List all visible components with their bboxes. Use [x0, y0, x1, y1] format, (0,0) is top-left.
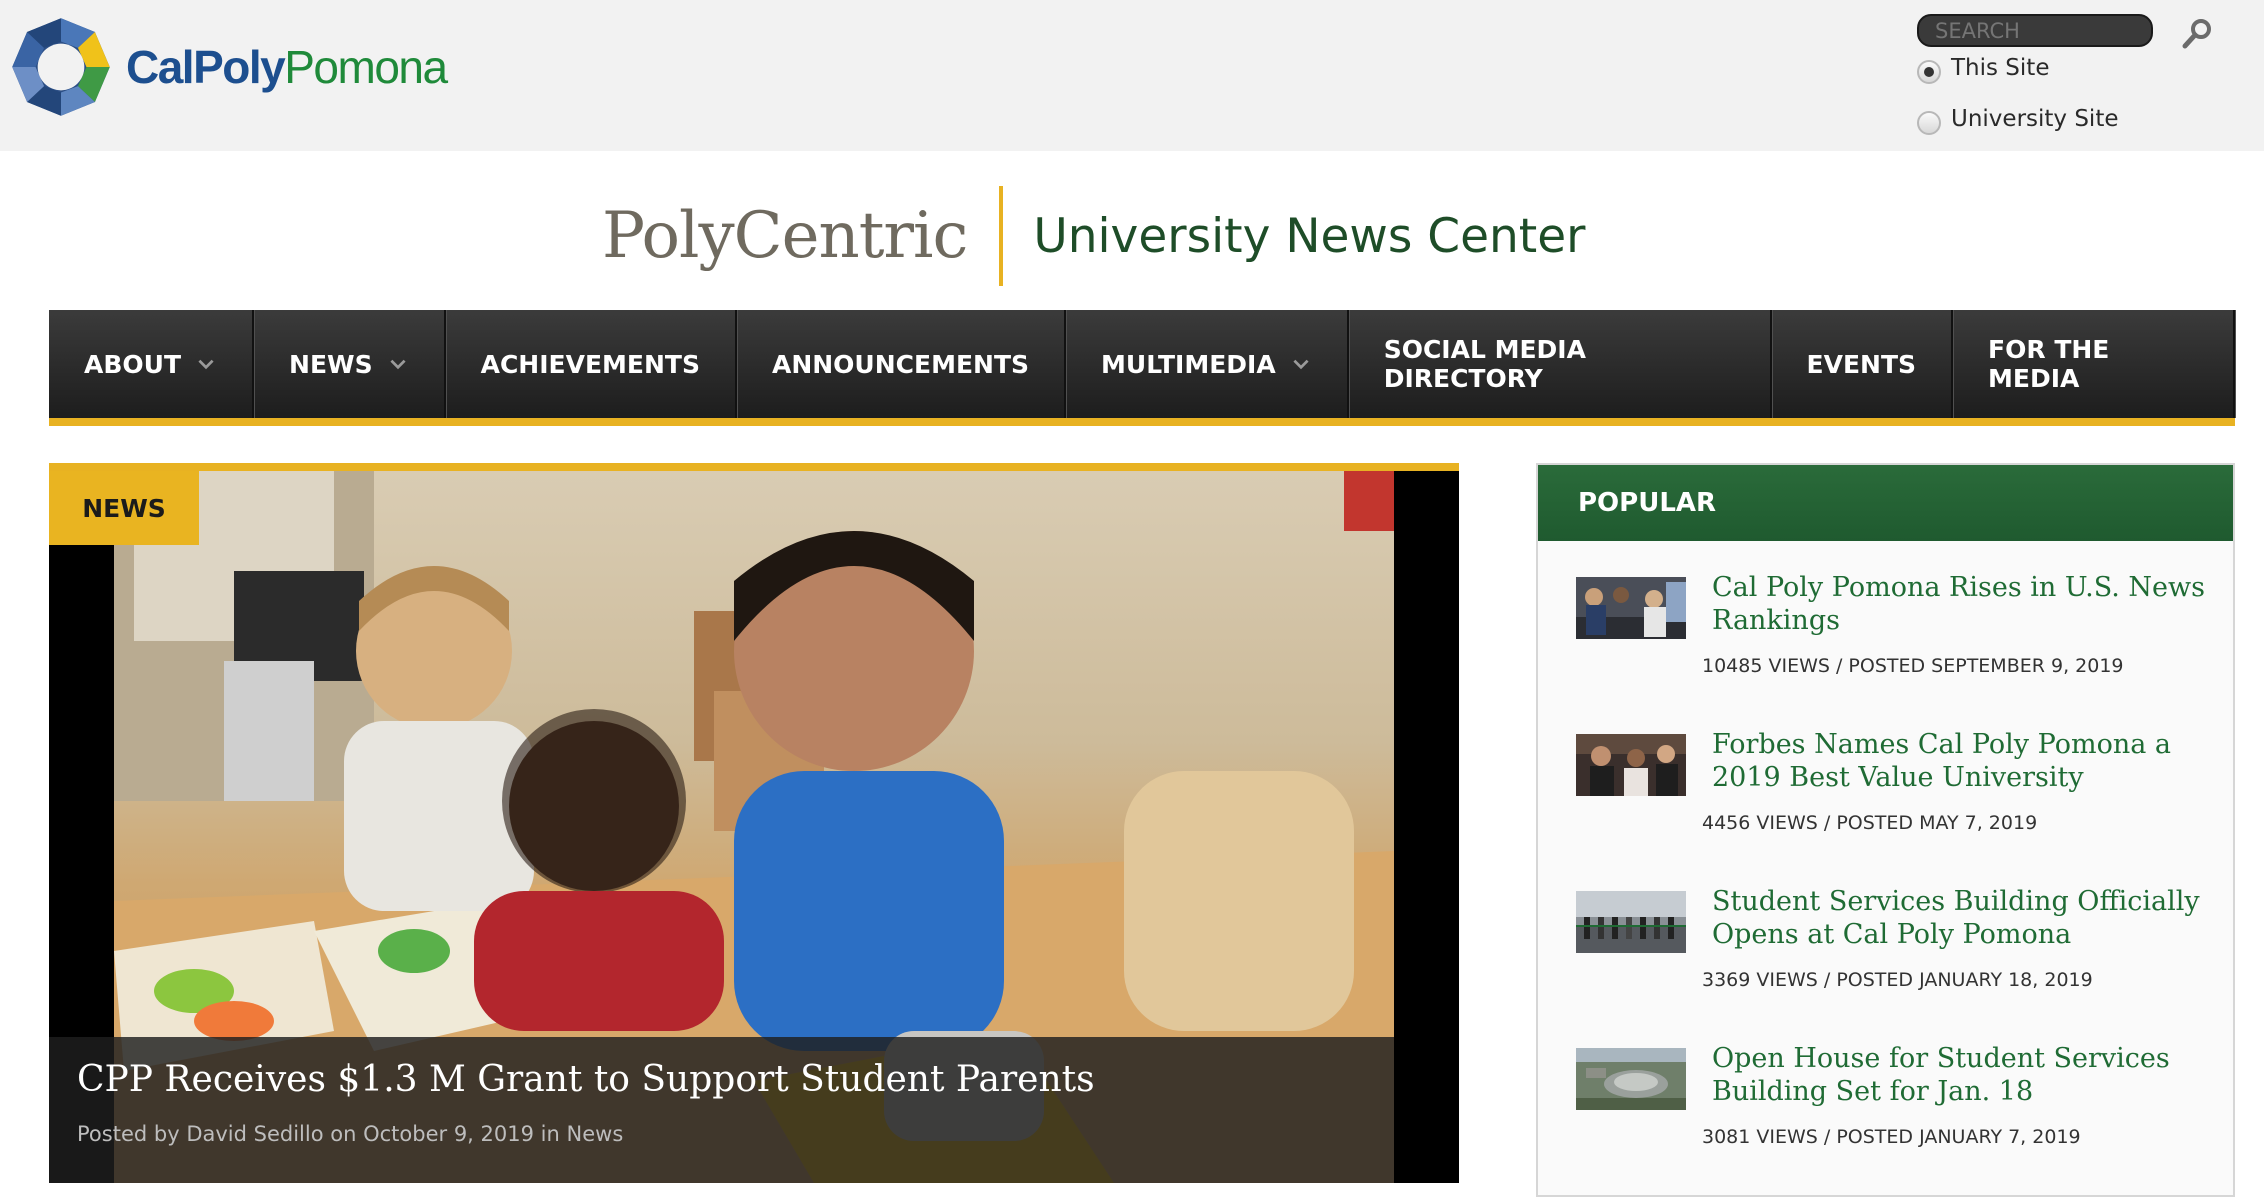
- search-icon: [2182, 19, 2211, 49]
- nav-item-label: NEWS: [289, 349, 373, 379]
- nav-item-for-the-media[interactable]: FOR THE MEDIA: [1953, 310, 2235, 418]
- crowd-photo-thumbnail: [1576, 577, 1686, 639]
- category-tag[interactable]: NEWS: [49, 471, 199, 545]
- on-text: on: [330, 1122, 357, 1146]
- logo-text-pomona: Pomona: [284, 41, 448, 93]
- popular-heading: POPULAR: [1538, 465, 2233, 541]
- chevron-down-icon: [390, 359, 406, 370]
- site-tagline: University News Center: [1033, 208, 1586, 264]
- nav-item-about[interactable]: ABOUT: [49, 310, 255, 418]
- calpolypomona-octagon-logo-icon: [12, 18, 110, 116]
- nav-item-label: ANNOUNCEMENTS: [771, 349, 1030, 379]
- featured-headline[interactable]: CPP Receives $1.3 M Grant to Support Stu…: [77, 1059, 1366, 1100]
- nav-item-label: FOR THE MEDIA: [1988, 335, 2110, 393]
- nav-item-social-media-directory[interactable]: SOCIAL MEDIA DIRECTORY: [1349, 310, 1772, 418]
- students-photo-thumbnail: [1576, 734, 1686, 796]
- section-link[interactable]: News: [567, 1122, 624, 1146]
- nav-item-announcements[interactable]: ANNOUNCEMENTS: [737, 310, 1067, 418]
- nav-item-events[interactable]: EVENTS: [1772, 310, 1954, 418]
- radio-unchecked-icon[interactable]: [1917, 111, 1941, 135]
- ribbon-cutting-photo-thumbnail: [1576, 891, 1686, 953]
- nav-item-label: MULTIMEDIA: [1101, 349, 1276, 379]
- nav-item-label: ACHIEVEMENTS: [480, 349, 700, 379]
- scope-label: This Site: [1951, 55, 2050, 81]
- logo-text-calpoly: CalPoly: [126, 41, 286, 93]
- aerial-building-photo-thumbnail: [1576, 1048, 1686, 1110]
- title-divider: [999, 186, 1004, 286]
- popular-title[interactable]: Forbes Names Cal Poly Pomona a 2019 Best…: [1712, 728, 2212, 794]
- featured-story[interactable]: NEWS CPP Receives $1.3 M Grant to Suppor…: [49, 463, 1459, 1183]
- search-form: [1917, 14, 2211, 49]
- popular-thumbnail[interactable]: [1576, 734, 1686, 796]
- featured-caption: CPP Receives $1.3 M Grant to Support Stu…: [49, 1037, 1394, 1183]
- nav-item-label: SOCIAL MEDIA DIRECTORY: [1383, 335, 1586, 393]
- chevron-down-icon: [1293, 359, 1309, 370]
- popular-title[interactable]: Cal Poly Pomona Rises in U.S. News Ranki…: [1712, 571, 2212, 637]
- popular-thumbnail[interactable]: [1576, 577, 1686, 639]
- in-text: in: [540, 1122, 560, 1146]
- popular-meta: 3081 VIEWS / POSTED JANUARY 7, 2019: [1702, 1126, 2081, 1148]
- popular-thumbnail[interactable]: [1576, 1048, 1686, 1110]
- popular-widget: POPULAR Cal Poly Pomona Rises in U.S. Ne…: [1536, 463, 2235, 1197]
- nav-item-achievements[interactable]: ACHIEVEMENTS: [446, 310, 737, 418]
- post-date: October 9, 2019: [363, 1122, 534, 1146]
- popular-thumbnail[interactable]: [1576, 891, 1686, 953]
- scope-this-site-option[interactable]: This Site: [1917, 55, 2050, 84]
- site-title[interactable]: PolyCentric University News Center: [602, 186, 1585, 286]
- scope-university-site-option[interactable]: University Site: [1917, 106, 2119, 135]
- search-input[interactable]: [1917, 14, 2153, 47]
- university-logo[interactable]: CalPolyPomona: [8, 14, 448, 120]
- chevron-down-icon: [198, 359, 214, 370]
- top-bar: CalPolyPomona This Site University Site: [0, 0, 2264, 151]
- main-nav: ABOUT NEWS ACHIEVEMENTS ANNOUNCEMENTS MU…: [49, 310, 2235, 426]
- featured-meta: Posted by David Sedillo on October 9, 20…: [77, 1122, 1366, 1146]
- site-name: PolyCentric: [602, 199, 968, 273]
- radio-checked-icon[interactable]: [1917, 60, 1941, 84]
- popular-meta: 3369 VIEWS / POSTED JANUARY 18, 2019: [1702, 969, 2093, 991]
- popular-title[interactable]: Student Services Building Officially Ope…: [1712, 885, 2212, 951]
- nav-item-label: ABOUT: [84, 349, 182, 379]
- nav-item-label: EVENTS: [1806, 349, 1917, 379]
- posted-by-text: Posted by: [77, 1122, 180, 1146]
- nav-item-news[interactable]: NEWS: [254, 310, 446, 418]
- popular-meta: 4456 VIEWS / POSTED MAY 7, 2019: [1702, 812, 2038, 834]
- search-button[interactable]: [2178, 14, 2218, 54]
- popular-title[interactable]: Open House for Student Services Building…: [1712, 1042, 2212, 1108]
- popular-meta: 10485 VIEWS / POSTED SEPTEMBER 9, 2019: [1702, 655, 2124, 677]
- logo-wordmark: CalPolyPomona: [126, 40, 448, 94]
- scope-label: University Site: [1951, 106, 2119, 132]
- nav-item-multimedia[interactable]: MULTIMEDIA: [1066, 310, 1349, 418]
- author-link[interactable]: David Sedillo: [186, 1122, 323, 1146]
